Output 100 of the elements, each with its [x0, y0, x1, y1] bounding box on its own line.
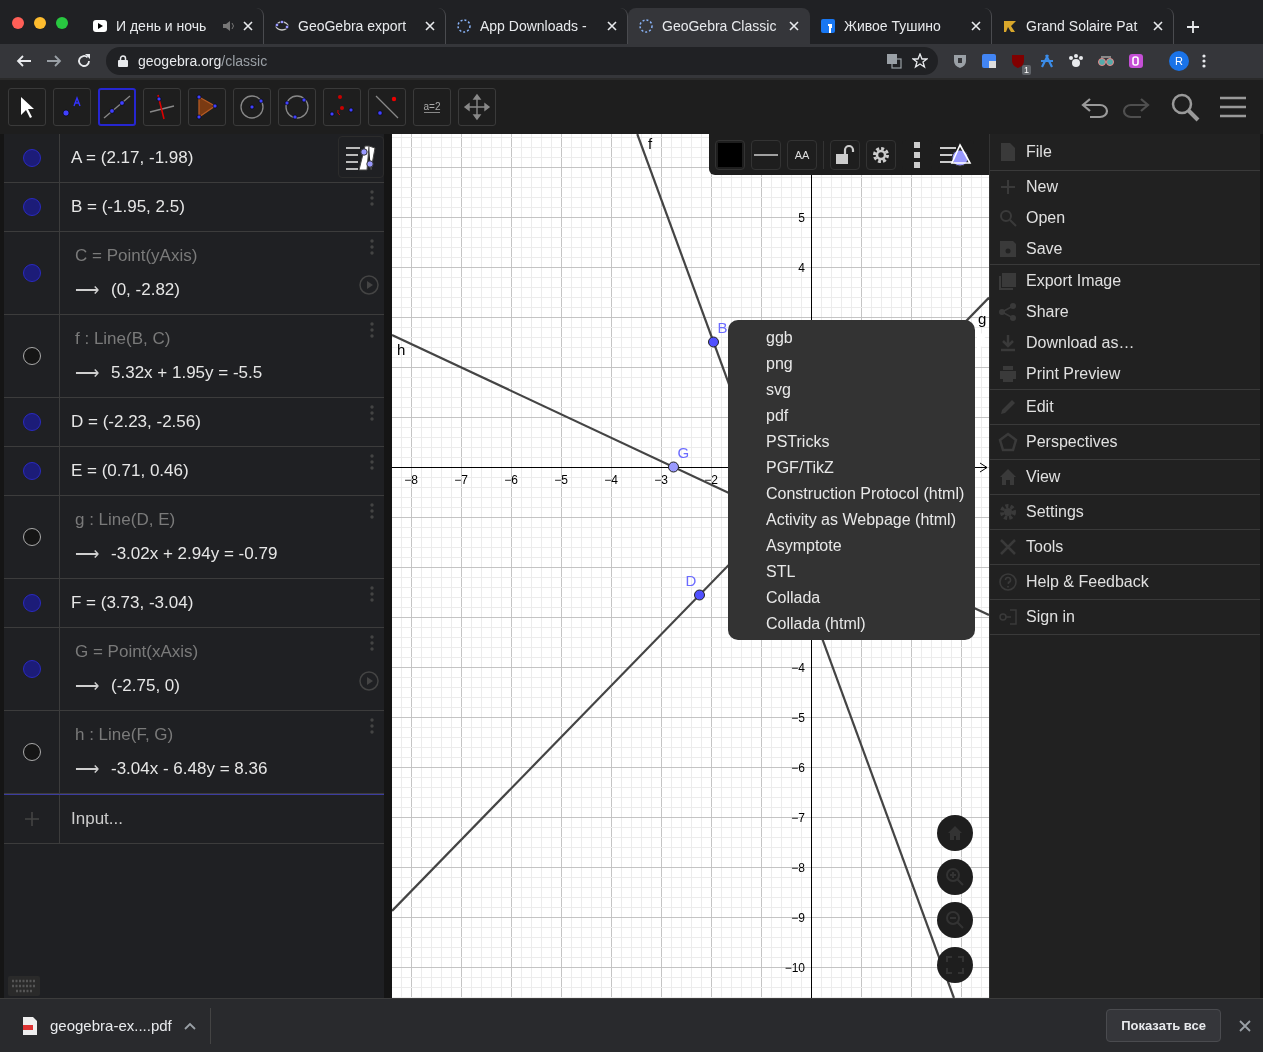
pencil-icon [998, 397, 1018, 417]
style-bar-toggle[interactable] [338, 136, 384, 178]
value-text: 5.32x + 1.95y = -5.5 [111, 363, 263, 383]
translate-icon[interactable] [886, 53, 902, 69]
menu-item[interactable]: Settings [990, 495, 1260, 529]
zoom-in-button[interactable] [937, 859, 973, 895]
axis-tick-label: −9 [791, 911, 805, 925]
zoom-out-button[interactable] [937, 902, 973, 938]
input-field[interactable]: Input... [60, 795, 384, 843]
value-text: -3.02x + 2.94y = -0.79 [111, 544, 278, 564]
style-toggle-icon [345, 142, 377, 172]
line-style-button[interactable] [751, 139, 781, 170]
menu-item[interactable]: New [990, 171, 1260, 202]
text-style-button[interactable]: AA [787, 139, 817, 170]
url-text: geogebra.org/classic [138, 53, 268, 69]
lock-button[interactable] [830, 139, 860, 170]
menu-item[interactable]: Open [990, 202, 1260, 233]
download-file-name[interactable]: geogebra-ex....pdf [50, 1017, 172, 1034]
move-arrows-icon [462, 92, 492, 122]
fullscreen-button[interactable] [937, 947, 973, 983]
menu-item[interactable]: ggb [766, 325, 793, 351]
social-favicon-icon [820, 18, 836, 34]
point-label: D [685, 572, 697, 589]
window-control[interactable] [56, 17, 68, 29]
back-icon[interactable] [16, 53, 32, 69]
menu-item[interactable]: svg [766, 377, 791, 403]
visibility-toggle[interactable] [22, 198, 41, 216]
settings-button[interactable] [866, 139, 896, 170]
new-tab-icon[interactable] [1186, 20, 1200, 34]
extension-icon[interactable] [1128, 53, 1144, 69]
menu-item[interactable]: Download as… [990, 327, 1260, 358]
menu-item[interactable]: Print Preview [990, 358, 1260, 389]
menu-icon[interactable] [1219, 95, 1247, 119]
color-button[interactable] [715, 139, 745, 170]
glasses-extension-icon[interactable] [1097, 53, 1115, 69]
loading-circle-icon [638, 18, 654, 34]
definition-text: C = Point(yAxis) [74, 245, 198, 266]
menu-item[interactable]: STL [766, 559, 796, 585]
menu-item[interactable]: View [990, 460, 1260, 494]
circle-icon [237, 92, 267, 122]
menu-item[interactable]: png [766, 351, 793, 377]
home-button[interactable] [937, 815, 973, 851]
menu-item[interactable]: Asymptote [766, 533, 842, 559]
menu-item[interactable]: Activity as Webpage (html) [766, 507, 956, 533]
undo-button[interactable] [1080, 95, 1110, 119]
show-all-button[interactable]: Показать все [1106, 1009, 1221, 1042]
pdf-file-icon [22, 1015, 38, 1036]
forward-icon[interactable] [46, 53, 62, 69]
menu-item[interactable]: Sign in [990, 600, 1260, 634]
search-icon[interactable] [1170, 92, 1200, 122]
profile-avatar[interactable]: R [1169, 51, 1189, 71]
menu-item[interactable]: Tools [990, 530, 1260, 564]
tool-button[interactable] [8, 88, 46, 126]
caret-icon[interactable] [183, 1021, 196, 1030]
menu-item[interactable]: Perspectives [990, 425, 1260, 459]
close-icon[interactable] [1239, 1019, 1251, 1032]
arrow-symbol: ⟶ [74, 675, 99, 697]
menu-item[interactable]: Construction Protocol (html) [766, 481, 965, 507]
address-bar[interactable]: geogebra.org/classic [106, 47, 938, 75]
ribbon-extension-icon[interactable] [1039, 53, 1055, 69]
logo-favicon-icon [1002, 18, 1018, 34]
axis-tick-label: −8 [791, 861, 805, 875]
more-icon[interactable] [1202, 53, 1206, 69]
sign-in-icon [998, 607, 1018, 627]
menu-item[interactable]: Help & Feedback [990, 565, 1260, 599]
menu-item[interactable]: Share [990, 296, 1260, 327]
star-icon[interactable] [912, 53, 928, 69]
visibility-toggle[interactable] [22, 347, 41, 365]
window-control[interactable] [34, 17, 46, 29]
translate-extension-icon[interactable] [981, 53, 997, 69]
paw-extension-icon[interactable] [1068, 53, 1084, 69]
line-label: g [978, 310, 987, 327]
visibility-toggle[interactable] [22, 413, 41, 431]
visibility-toggle[interactable] [22, 743, 41, 761]
menu-item[interactable]: PGF/TikZ [766, 455, 834, 481]
tool-button[interactable]: a=2 [413, 88, 451, 126]
visibility-toggle[interactable] [22, 149, 41, 167]
definition-text: h : Line(F, G) [74, 724, 174, 745]
menu-item[interactable]: File [990, 136, 1052, 168]
menu-item[interactable]: Collada (html) [766, 611, 866, 637]
menu-item[interactable]: Save [990, 233, 1260, 264]
axis-tick-label: −7 [791, 811, 805, 825]
value-text: -3.04x - 6.48y = 8.36 [111, 759, 268, 779]
menu-item[interactable]: pdf [766, 403, 789, 429]
visibility-toggle[interactable] [22, 264, 41, 282]
menu-item[interactable]: PSTricks [766, 429, 830, 455]
visibility-toggle[interactable] [22, 462, 41, 480]
visibility-toggle[interactable] [22, 594, 41, 612]
reload-icon[interactable] [76, 53, 92, 69]
tab-title: GeoGebra Classic [662, 18, 778, 34]
arrow-symbol: ⟶ [74, 758, 99, 780]
visibility-toggle[interactable] [22, 528, 41, 546]
shield-extension-icon[interactable] [952, 53, 968, 69]
menu-item[interactable]: Export Image [990, 265, 1260, 296]
axis-tick-label: −7 [454, 473, 468, 487]
browser-tab[interactable]: GeoGebra Classic [628, 8, 810, 44]
window-control[interactable] [12, 17, 24, 29]
visibility-toggle[interactable] [22, 660, 41, 678]
menu-item[interactable]: Edit [990, 390, 1260, 424]
menu-item[interactable]: Collada [766, 585, 821, 611]
